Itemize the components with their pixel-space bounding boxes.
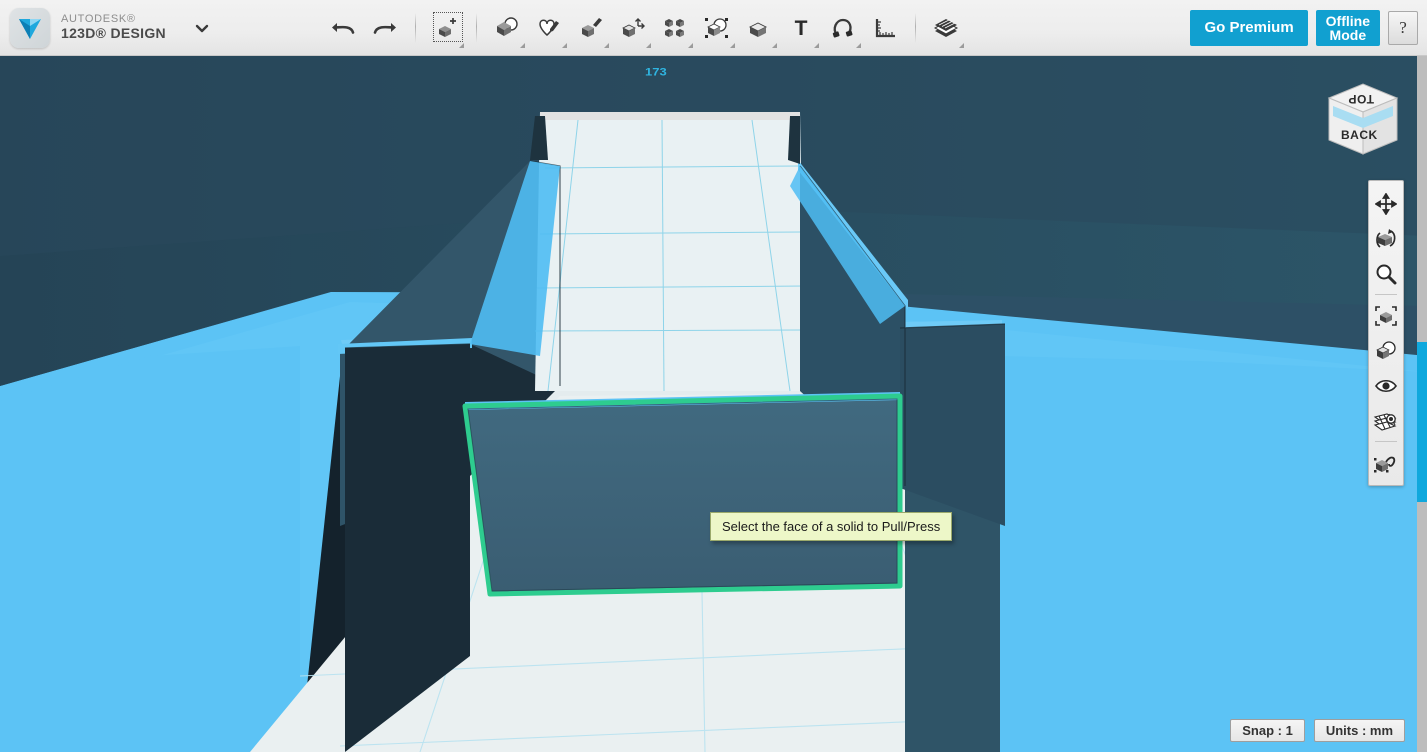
transform-tool-group [425,6,467,50]
selection-box [433,12,463,42]
combine-button[interactable] [738,6,780,50]
offline-mode-line2: Mode [1330,28,1367,42]
units-status[interactable]: Units : mm [1314,719,1405,742]
scrollbar-thumb[interactable] [1417,342,1427,502]
3d-scene-render [0,56,1427,752]
dropdown-caret-icon [814,43,819,48]
modeling-tool-group: T [486,6,906,50]
primitives-button[interactable] [486,6,528,50]
navbar-separator [1375,294,1397,295]
offline-mode-button[interactable]: Offline Mode [1316,10,1380,46]
history-tool-group [322,6,406,50]
viewcube-top-label[interactable]: TOP [1348,92,1374,106]
dropdown-caret-icon [646,43,651,48]
materials-button[interactable] [925,6,967,50]
go-premium-button[interactable]: Go Premium [1190,10,1307,46]
toolbar-separator [415,13,416,43]
dropdown-caret-icon [772,43,777,48]
help-button[interactable]: ? [1388,11,1418,45]
pattern-button[interactable] [654,6,696,50]
brand-text: AUTODESK® 123D® DESIGN [61,14,166,41]
dropdown-caret-icon [688,43,693,48]
dropdown-caret-icon [959,43,964,48]
autodesk-123d-logo-icon [10,8,50,48]
status-bar: Snap : 1 Units : mm [1230,719,1405,742]
dimension-label: 173 [645,65,667,78]
view-cube[interactable]: TOP BACK [1317,72,1403,164]
dropdown-caret-icon [604,43,609,48]
dropdown-caret-icon [562,43,567,48]
top-toolbar: AUTODESK® 123D® DESIGN [0,0,1427,56]
3d-viewport[interactable]: 173 Select the face of a solid to Pull/P… [0,56,1427,752]
fit-tool-button[interactable] [1369,298,1403,333]
grouping-button[interactable] [696,6,738,50]
snap-button[interactable] [822,6,864,50]
viewcube-back-label[interactable]: BACK [1341,128,1378,142]
pull-press-tooltip: Select the face of a solid to Pull/Press [710,512,952,541]
vertical-scrollbar[interactable] [1417,56,1427,752]
zoom-tool-button[interactable] [1369,256,1403,291]
material-tool-button[interactable] [1369,445,1403,480]
svg-text:T: T [795,17,808,40]
modify-button[interactable] [612,6,654,50]
navbar-separator [1375,441,1397,442]
dropdown-caret-icon [459,43,464,48]
visibility-tool-button[interactable] [1369,368,1403,403]
dropdown-caret-icon [730,43,735,48]
toolbar-separator [915,13,916,43]
measure-button[interactable] [864,6,906,50]
sketch-button[interactable] [528,6,570,50]
orbit-tool-button[interactable] [1369,221,1403,256]
undo-button[interactable] [322,6,364,50]
text-button[interactable]: T [780,6,822,50]
dropdown-caret-icon [856,43,861,48]
brand-area: AUTODESK® 123D® DESIGN [0,8,210,48]
pan-tool-button[interactable] [1369,186,1403,221]
navigation-toolbar [1368,180,1404,486]
materials-tool-group [925,6,967,50]
snap-status[interactable]: Snap : 1 [1230,719,1305,742]
grid-tool-button[interactable] [1369,403,1403,438]
app-window: AUTODESK® 123D® DESIGN [0,0,1427,752]
dropdown-caret-icon [520,43,525,48]
chevron-down-icon[interactable] [194,20,210,36]
offline-mode-line1: Offline [1326,14,1370,28]
toolbar-separator [476,13,477,43]
construct-button[interactable] [570,6,612,50]
transform-button[interactable] [425,6,467,50]
visual-style-tool-button[interactable] [1369,333,1403,368]
brand-bottom-label: 123D® DESIGN [61,26,166,41]
redo-button[interactable] [364,6,406,50]
